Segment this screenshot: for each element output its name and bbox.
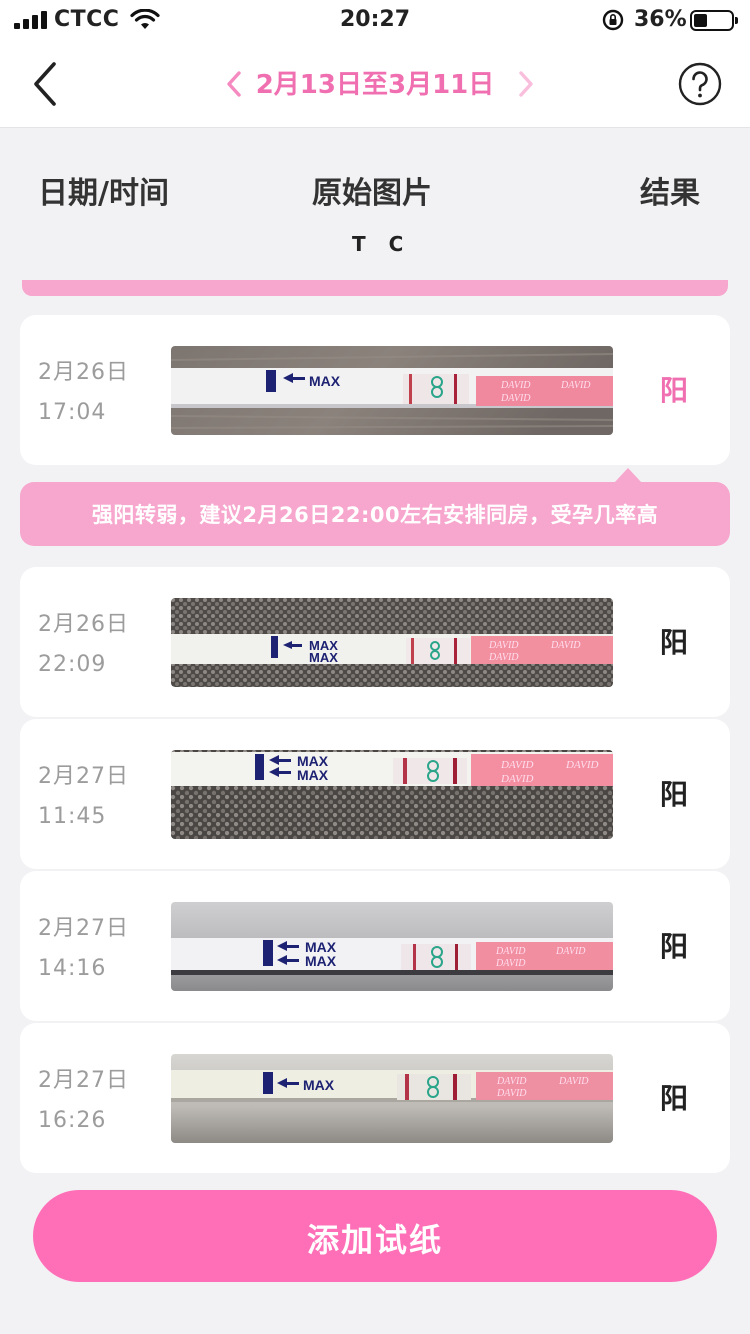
record-result: 阳 <box>660 374 689 407</box>
svg-text:MAX: MAX <box>297 767 329 783</box>
svg-text:DAVID: DAVID <box>500 393 531 404</box>
svg-text:DAVID: DAVID <box>488 652 519 663</box>
svg-text:DAVID: DAVID <box>496 1088 527 1099</box>
battery-level-fill <box>694 14 707 27</box>
record-datetime: 2月26日 22:09 <box>38 605 129 685</box>
tc-marker-label: T C <box>352 232 412 256</box>
record-card-3[interactable]: 2月27日 11:45 MAX MAX DAVID DAVID DAVID 阳 <box>20 719 730 869</box>
record-result: 阳 <box>660 778 689 811</box>
test-strip-photo[interactable]: MAX MAX DAVID DAVID DAVID <box>171 598 613 687</box>
battery-percent: 36% <box>634 7 687 32</box>
svg-text:DAVID: DAVID <box>496 1076 527 1087</box>
svg-text:MAX: MAX <box>305 953 337 969</box>
svg-text:DAVID: DAVID <box>500 380 531 391</box>
record-date: 2月26日 <box>38 612 129 637</box>
record-card-2[interactable]: 2月26日 22:09 MAX MAX DAVID DAVID DAVID 阳 <box>20 567 730 717</box>
test-strip-photo[interactable]: MAX MAX DAVID DAVID DAVID <box>171 902 613 991</box>
svg-text:DAVID: DAVID <box>555 946 586 957</box>
record-time: 16:26 <box>38 1108 107 1133</box>
svg-text:DAVID: DAVID <box>558 1076 589 1087</box>
record-result: 阳 <box>660 930 689 963</box>
record-date: 2月27日 <box>38 1068 129 1093</box>
advice-banner: 强阳转弱，建议2月26日22:00左右安排同房，受孕几率高 <box>20 468 730 546</box>
record-result: 阳 <box>660 1082 689 1115</box>
record-datetime: 2月26日 17:04 <box>38 353 129 433</box>
svg-text:DAVID: DAVID <box>500 773 533 785</box>
record-date: 2月27日 <box>38 764 129 789</box>
svg-text:DAVID: DAVID <box>565 759 598 771</box>
svg-text:MAX: MAX <box>309 373 341 389</box>
record-datetime: 2月27日 14:16 <box>38 909 129 989</box>
record-time: 17:04 <box>38 400 107 425</box>
record-date: 2月27日 <box>38 916 129 941</box>
record-date: 2月26日 <box>38 360 129 385</box>
record-result: 阳 <box>660 626 689 659</box>
record-card-4[interactable]: 2月27日 14:16 MAX MAX DAVID DAVID DAVID 阳 <box>20 871 730 1021</box>
navigation-bar: 2月13日至3月11日 <box>0 40 750 128</box>
add-test-strip-label: 添加试纸 <box>306 1222 443 1258</box>
record-datetime: 2月27日 11:45 <box>38 757 129 837</box>
header-divider-bar <box>22 280 728 296</box>
svg-text:MAX: MAX <box>303 1077 335 1093</box>
orientation-lock-icon <box>602 9 624 31</box>
add-test-strip-button[interactable]: 添加试纸 <box>33 1190 717 1282</box>
column-result-header: 结果 <box>640 176 700 211</box>
battery-icon <box>690 10 738 31</box>
help-button[interactable] <box>678 62 722 106</box>
record-card-5[interactable]: 2月27日 16:26 MAX DAVID DAVID DAVID 阳 <box>20 1023 730 1173</box>
banner-pointer <box>614 468 642 483</box>
record-card-1[interactable]: 2月26日 17:04 MAX DAVID DAVID DAVID 阳 <box>20 315 730 465</box>
column-image-header: 原始图片 <box>312 176 432 211</box>
record-time: 22:09 <box>38 652 107 677</box>
record-datetime: 2月27日 16:26 <box>38 1061 129 1141</box>
svg-text:DAVID: DAVID <box>550 640 581 651</box>
svg-text:DAVID: DAVID <box>560 380 591 391</box>
status-bar: CTCC 20:27 36% <box>0 0 750 40</box>
table-header: 日期/时间 原始图片 结果 T C <box>0 128 750 288</box>
svg-text:DAVID: DAVID <box>488 640 519 651</box>
svg-text:DAVID: DAVID <box>500 759 533 771</box>
date-range-title[interactable]: 2月13日至3月11日 <box>0 64 750 101</box>
test-strip-photo[interactable]: MAX DAVID DAVID DAVID <box>171 346 613 435</box>
svg-text:DAVID: DAVID <box>495 946 526 957</box>
svg-text:DAVID: DAVID <box>495 958 526 969</box>
advice-text: 强阳转弱，建议2月26日22:00左右安排同房，受孕几率高 <box>91 503 659 527</box>
record-time: 14:16 <box>38 956 107 981</box>
next-range-button[interactable] <box>516 70 536 98</box>
test-strip-photo[interactable]: MAX MAX DAVID DAVID DAVID <box>171 750 613 839</box>
svg-text:MAX: MAX <box>309 650 338 665</box>
record-time: 11:45 <box>38 804 107 829</box>
test-strip-photo[interactable]: MAX DAVID DAVID DAVID <box>171 1054 613 1143</box>
